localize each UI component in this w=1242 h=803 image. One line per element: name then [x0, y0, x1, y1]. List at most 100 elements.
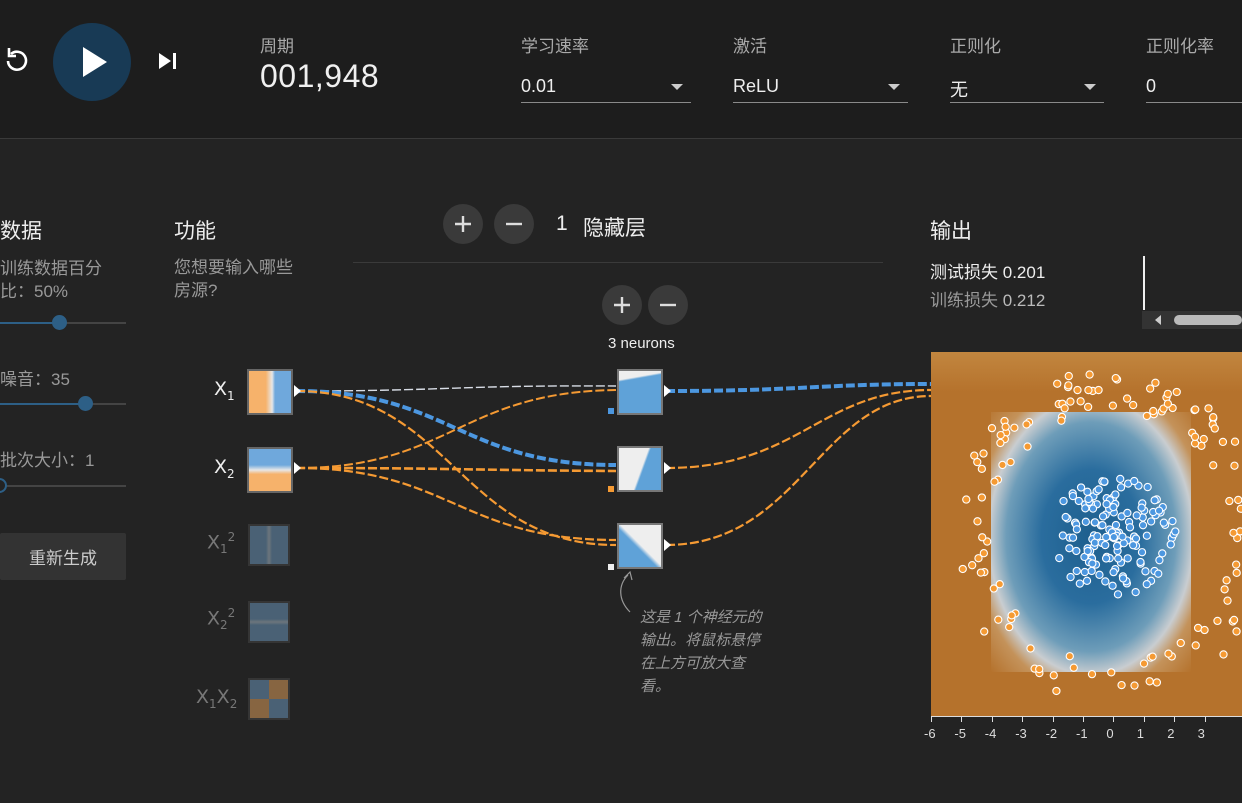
data-point: [1138, 521, 1148, 530]
data-point: [1155, 556, 1164, 565]
output-heatmap: [931, 352, 1242, 716]
data-point: [1142, 411, 1152, 421]
data-point: [1230, 437, 1240, 446]
data-point: [1222, 576, 1231, 585]
data-point: [1123, 554, 1132, 563]
data-point: [1068, 533, 1078, 542]
data-point: [1130, 476, 1139, 486]
data-point: [1168, 516, 1177, 526]
data-point: [1116, 483, 1126, 492]
hidden-neuron-3[interactable]: [617, 523, 663, 569]
data-point: [968, 561, 977, 570]
data-point: [1172, 387, 1181, 397]
data-point: [977, 493, 987, 502]
axis-tick-mark: [1174, 716, 1176, 722]
data-point: [1210, 424, 1219, 433]
data-point: [1093, 532, 1102, 541]
link-n1-out: [665, 382, 932, 393]
data-point: [1219, 650, 1228, 659]
axis-tick-label: 0: [1106, 726, 1114, 741]
data-point: [1098, 512, 1108, 521]
hidden-neuron-1[interactable]: [617, 369, 663, 415]
link-n3-out: [665, 394, 932, 547]
data-point: [1163, 389, 1172, 398]
data-point: [1125, 523, 1135, 532]
data-point: [996, 430, 1005, 440]
data-point: [1072, 546, 1081, 556]
data-point: [1137, 548, 1147, 557]
data-point: [1080, 567, 1089, 577]
data-point: [1171, 527, 1180, 536]
data-point: [1223, 596, 1232, 605]
hidden-neuron-2[interactable]: [617, 446, 663, 492]
data-point: [1076, 397, 1085, 406]
data-point: [1109, 502, 1118, 512]
data-point: [1107, 668, 1116, 677]
data-point: [1128, 541, 1138, 550]
data-point: [1146, 517, 1156, 526]
data-point: [1164, 649, 1173, 658]
data-point: [1150, 496, 1159, 505]
data-point: [1101, 540, 1110, 550]
axis-tick-label: 1: [1136, 726, 1145, 741]
data-point: [1130, 681, 1139, 690]
data-point: [1101, 577, 1110, 586]
data-point: [1148, 652, 1157, 661]
link-x1-n2: [295, 389, 617, 467]
data-point: [1060, 404, 1069, 413]
data-point: [1100, 477, 1109, 486]
data-point: [1088, 504, 1098, 513]
data-point: [1072, 525, 1081, 534]
data-point: [1191, 641, 1200, 650]
axis-tick-label: -1: [1076, 726, 1088, 741]
data-point: [1111, 373, 1120, 383]
data-point: [990, 477, 999, 486]
data-point: [962, 495, 971, 504]
axis-tick-label: -2: [1045, 726, 1058, 741]
data-point: [1108, 401, 1118, 410]
data-point: [1154, 506, 1164, 515]
data-point: [1085, 370, 1094, 379]
axis-tick-mark: [931, 716, 932, 722]
axis-tick-label: 3: [1197, 726, 1205, 741]
axis-tick-mark: [1083, 716, 1084, 722]
data-point: [1108, 581, 1117, 590]
output-title: 输出: [930, 220, 972, 243]
link-x2-n3: [295, 466, 617, 542]
data-point: [1064, 381, 1073, 390]
neuron-annotation: 这是 1 个神经元的 输出。将鼠标悬停 在上方可放大查 看。: [640, 609, 762, 695]
data-point: [1159, 518, 1168, 527]
data-point: [1225, 496, 1234, 506]
data-point: [1209, 461, 1218, 470]
data-point: [979, 449, 988, 458]
data-point: [1088, 559, 1097, 568]
data-point: [1149, 406, 1158, 416]
data-point: [1190, 432, 1200, 441]
data-point: [1095, 570, 1104, 579]
data-point: [1191, 405, 1200, 414]
data-point: [1005, 622, 1014, 632]
loss-chart-scrollbar[interactable]: [1142, 311, 1242, 329]
data-point: [1072, 566, 1081, 576]
data-point: [1176, 638, 1185, 648]
data-point: [1218, 437, 1228, 447]
data-point: [1146, 384, 1155, 393]
data-point: [1059, 496, 1068, 506]
data-point: [1084, 385, 1093, 395]
data-point: [1006, 457, 1015, 467]
data-point: [1163, 399, 1173, 408]
link-x2-n2: [295, 466, 617, 473]
data-point: [1229, 615, 1239, 625]
data-point: [977, 464, 986, 474]
data-point: [1102, 499, 1111, 509]
scroll-thumb[interactable]: [1174, 315, 1242, 325]
data-point: [1049, 671, 1058, 680]
data-point: [1236, 504, 1242, 513]
data-point: [1199, 434, 1208, 444]
data-point: [1128, 400, 1138, 410]
train-loss: 训练损失 0.212: [930, 291, 1046, 310]
data-point: [1094, 485, 1103, 494]
data-point: [1142, 580, 1151, 589]
data-point: [1204, 404, 1213, 413]
loss-chart-line: [1143, 256, 1145, 310]
